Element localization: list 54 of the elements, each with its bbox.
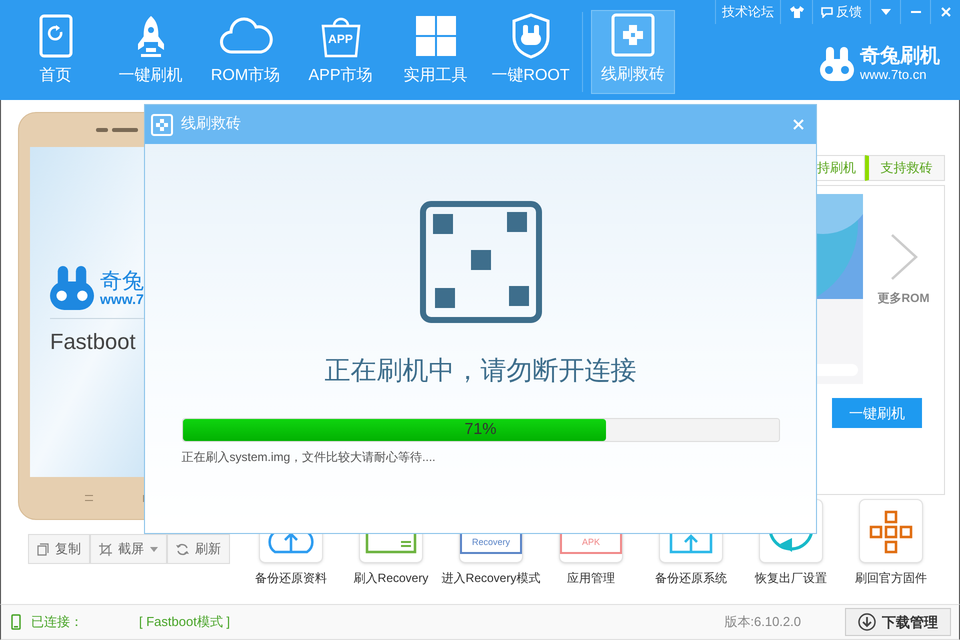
cloud-icon <box>218 16 274 56</box>
download-icon <box>858 613 876 631</box>
more-rom-link[interactable]: 更多ROM <box>878 289 930 307</box>
rabbit-shield-icon <box>510 13 550 59</box>
chevron-right-icon[interactable] <box>890 233 918 281</box>
status-message: 正在刷机中，请勿断开连接 <box>324 354 636 387</box>
caret-icon <box>150 546 158 552</box>
nav-tab[interactable]: 实用工具 <box>388 10 483 94</box>
phone-tool-button[interactable]: 复制 <box>28 534 90 564</box>
nav-tab[interactable]: 一键ROOT <box>483 10 578 94</box>
dialog-title: 线刷救砖 <box>181 114 241 134</box>
minimize-icon <box>910 11 920 13</box>
forum-link[interactable]: 技术论坛 <box>715 0 780 24</box>
box-upload-icon <box>669 532 713 554</box>
fastboot-label: Fastboot <box>50 328 137 356</box>
connection-status: 已连接： <box>31 613 83 632</box>
dice-icon <box>420 201 542 323</box>
windows-grid-icon <box>416 16 456 56</box>
app-label: APP <box>328 31 353 48</box>
caret-icon <box>880 9 890 15</box>
logo-url: www.7 <box>100 292 144 306</box>
t-shirt-icon <box>790 6 804 18</box>
card-icon <box>365 532 417 554</box>
nav-tab[interactable]: 线刷救砖 <box>591 10 675 94</box>
close-icon <box>940 7 950 17</box>
brand-url: www.7to.cn <box>860 68 928 81</box>
cross-icon <box>611 13 655 57</box>
progress-detail: 正在刷入system.img，文件比较大请耐心等待.... <box>182 449 437 466</box>
nav-tab[interactable]: APP APP市场 <box>293 10 388 94</box>
nav-tab[interactable]: 一键刷机 <box>103 10 198 94</box>
cross-squares-icon <box>869 510 913 554</box>
progress-percent: 71% <box>463 420 498 440</box>
flash-button[interactable]: 一键刷机 <box>832 398 922 428</box>
close-icon <box>792 119 804 130</box>
logo-name: 奇兔 <box>100 270 144 292</box>
device-mode: [ Fastboot模式 ] <box>139 613 230 632</box>
rom-tab[interactable]: 支持救砖 <box>865 155 945 181</box>
phone-tool-button[interactable]: 刷新 <box>167 534 230 564</box>
chat-bubble-icon <box>821 6 833 18</box>
rabbit-logo-icon <box>820 46 854 80</box>
phone-tool-button[interactable]: 截屏 <box>90 534 167 564</box>
phone-icon <box>11 614 21 630</box>
download-manager-button[interactable]: 下载管理 <box>845 608 951 636</box>
crop-icon <box>99 542 112 556</box>
version-label: 版本:6.10.2.0 <box>724 613 801 632</box>
rabbit-logo-icon <box>50 266 94 310</box>
cross-icon <box>151 114 173 136</box>
feedback-button[interactable]: 反馈 <box>812 0 870 24</box>
copy-icon <box>37 542 49 556</box>
brand-name: 奇兔刷机 <box>860 46 940 66</box>
phone-icon <box>38 14 72 58</box>
refresh-icon <box>176 542 189 556</box>
nav-tab[interactable]: 首页 <box>8 10 103 94</box>
nav-tab[interactable]: ROM市场 <box>198 10 293 94</box>
